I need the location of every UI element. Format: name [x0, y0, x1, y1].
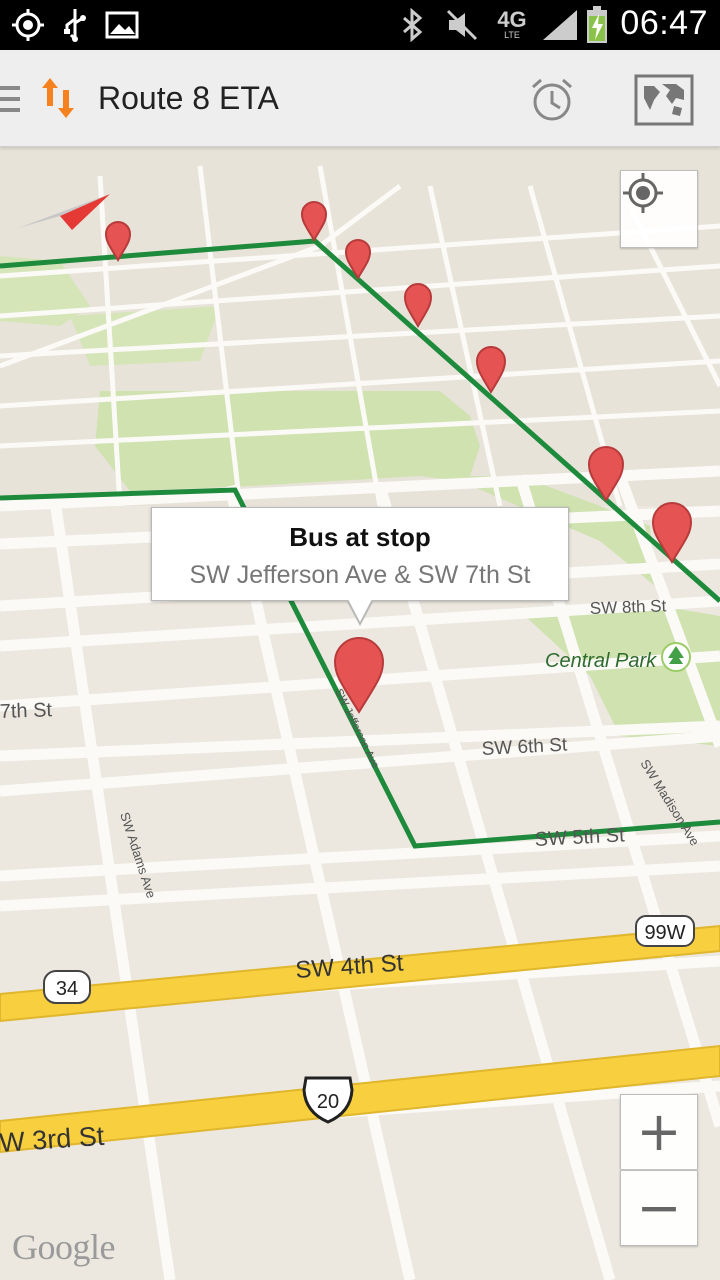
battery-charging-icon	[584, 6, 610, 44]
map-view[interactable]: 7th St SW 8th St SW 6th St SW 5th St SW …	[0, 146, 720, 1280]
gps-icon	[8, 6, 48, 44]
clock: 06:47	[620, 4, 708, 42]
mute-icon	[444, 6, 480, 44]
info-window[interactable]: Bus at stop SW Jefferson Ave & SW 7th St	[151, 507, 569, 626]
network-label: 4G	[497, 7, 527, 32]
zoom-in-icon: +	[636, 1100, 682, 1163]
park-tree-icon	[661, 642, 691, 672]
menu-icon[interactable]	[0, 84, 22, 114]
bluetooth-icon	[398, 6, 428, 44]
google-logo: Google	[12, 1227, 115, 1267]
zoom-out-button[interactable]: −	[620, 1170, 698, 1246]
map-view-icon[interactable]	[632, 68, 696, 132]
alarm-icon[interactable]	[520, 68, 584, 132]
street-label-8th: SW 8th St	[589, 596, 666, 618]
action-bar: Route 8 ETA	[0, 50, 720, 147]
info-window-pointer-fill	[348, 599, 372, 622]
signal-icon	[540, 6, 580, 44]
usb-icon	[58, 6, 92, 44]
zoom-out-icon: −	[636, 1176, 682, 1239]
info-window-subtitle: SW Jefferson Ave & SW 7th St	[189, 561, 531, 589]
status-bar: 4G LTE 06:47	[0, 0, 720, 50]
street-label-7th: 7th St	[0, 699, 53, 723]
park-area-nw	[70, 306, 220, 366]
map-canvas[interactable]: 7th St SW 8th St SW 6th St SW 5th St SW …	[0, 146, 720, 1280]
app-logo-icon[interactable]	[40, 76, 76, 120]
shield-20-label: 20	[317, 1091, 339, 1113]
park-label: Central Park	[545, 650, 657, 672]
network-4g-icon: 4G LTE	[490, 6, 534, 44]
shield-34: 34	[43, 970, 91, 1004]
zoom-in-button[interactable]: +	[620, 1094, 698, 1169]
shield-34-label: 34	[56, 978, 78, 1000]
shield-99w-label: 99W	[644, 922, 685, 944]
my-location-icon	[623, 173, 663, 213]
network-sub-label: LTE	[504, 30, 520, 40]
gallery-icon	[104, 6, 140, 44]
shield-99w: 99W	[635, 915, 695, 947]
app-title: Route 8 ETA	[98, 80, 279, 116]
info-window-title: Bus at stop	[289, 522, 431, 552]
my-location-button[interactable]	[620, 170, 698, 248]
